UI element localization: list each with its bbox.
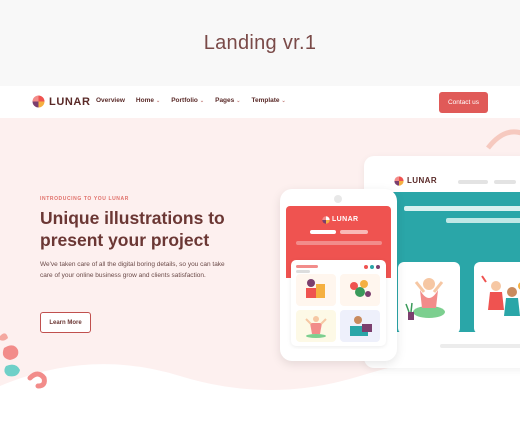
- nav-item-label: Home: [135, 97, 154, 104]
- learn-more-button[interactable]: Learn More: [40, 312, 91, 333]
- phone-mockup: LUNAR: [280, 189, 397, 361]
- lunar-logo-icon: [322, 216, 330, 224]
- hero-headline: Unique illustrations to present your pro…: [40, 208, 225, 250]
- landing-page-preview: LUNAR Overview Home ⌄ Portfolio ⌄ Pages …: [0, 86, 520, 428]
- nav-item-portfolio[interactable]: Portfolio ⌄: [171, 97, 204, 104]
- decor-blob-teal: [4, 364, 20, 377]
- nav-item-pages[interactable]: Pages ⌄: [215, 97, 240, 104]
- nav-item-home[interactable]: Home ⌄: [136, 97, 160, 104]
- illustration-laptop-user-icon: [350, 316, 372, 336]
- illustration-person-icon: [305, 316, 327, 338]
- laptop-navbar: LUNAR: [376, 170, 520, 192]
- laptop-heading-placeholder: [446, 218, 520, 223]
- laptop-footer-placeholder: [440, 344, 520, 348]
- phone-brand-name: LUNAR: [332, 216, 359, 223]
- phone-card-placeholder: [296, 265, 318, 268]
- lunar-logo-icon: [394, 176, 404, 186]
- main-menu: Overview Home ⌄ Portfolio ⌄ Pages ⌄ Temp…: [96, 97, 286, 104]
- chevron-down-icon: ⌄: [281, 97, 286, 104]
- nav-item-label: Pages: [215, 97, 235, 104]
- decor-arc: [486, 129, 520, 150]
- chevron-down-icon: ⌄: [155, 97, 161, 104]
- phone-heading-placeholder: [340, 230, 368, 234]
- laptop-screen: LUNAR: [376, 170, 520, 360]
- laptop-card: [474, 262, 520, 334]
- illustration-tile: [296, 310, 336, 342]
- nav-item-label: Overview: [96, 97, 125, 104]
- illustration-tile: [340, 310, 380, 342]
- phone-card: [291, 260, 386, 346]
- phone-card-placeholder: [296, 270, 310, 273]
- nav-item-label: Template: [251, 97, 280, 104]
- phone-camera-dot: [334, 195, 342, 203]
- illustration-tile: [296, 274, 336, 306]
- illustration-tile: [340, 274, 380, 306]
- phone-heading-placeholder: [296, 241, 382, 245]
- chevron-down-icon: ⌄: [199, 97, 205, 104]
- laptop-nav-placeholder: [458, 180, 488, 184]
- illustration-flowers-icon: [350, 280, 371, 297]
- phone-heading-placeholder: [310, 230, 336, 234]
- card-dot: [370, 265, 374, 269]
- laptop-hero-band: [376, 192, 520, 334]
- illustration-person-icon: [405, 278, 445, 320]
- nav-item-template[interactable]: Template ⌄: [251, 97, 285, 104]
- laptop-heading-placeholder: [404, 206, 520, 211]
- phone-screen: LUNAR: [286, 206, 391, 349]
- hero-description: We've taken care of all the digital bori…: [40, 261, 225, 279]
- hero-kicker: INTRODUCING TO YOU LUNAR: [40, 196, 129, 202]
- landing-preview-canvas: Landing vr.1 LUNAR Overview Home ⌄ Portf…: [0, 0, 520, 428]
- card-dot: [364, 265, 368, 269]
- illustration-group-icon: [481, 275, 520, 316]
- laptop-nav-placeholder: [494, 180, 516, 184]
- brand-logo[interactable]: LUNAR: [32, 95, 91, 108]
- brand-name: LUNAR: [49, 95, 91, 108]
- nav-item-overview[interactable]: Overview: [96, 97, 125, 104]
- page-title: Landing vr.1: [203, 32, 317, 54]
- illustration-gifts-icon: [306, 279, 325, 298]
- hero-section: INTRODUCING TO YOU LUNAR Unique illustra…: [40, 196, 240, 333]
- contact-us-button[interactable]: Contact us: [439, 92, 488, 113]
- top-navbar: LUNAR Overview Home ⌄ Portfolio ⌄ Pages …: [0, 86, 520, 118]
- lunar-logo-icon: [32, 95, 45, 108]
- decor-blob-pink: [2, 345, 19, 360]
- nav-item-label: Portfolio: [171, 97, 198, 104]
- chevron-down-icon: ⌄: [236, 97, 241, 104]
- laptop-brand-name: LUNAR: [407, 176, 437, 185]
- laptop-card: [398, 262, 460, 334]
- decor-leaf: [0, 333, 8, 341]
- card-dot: [376, 265, 380, 269]
